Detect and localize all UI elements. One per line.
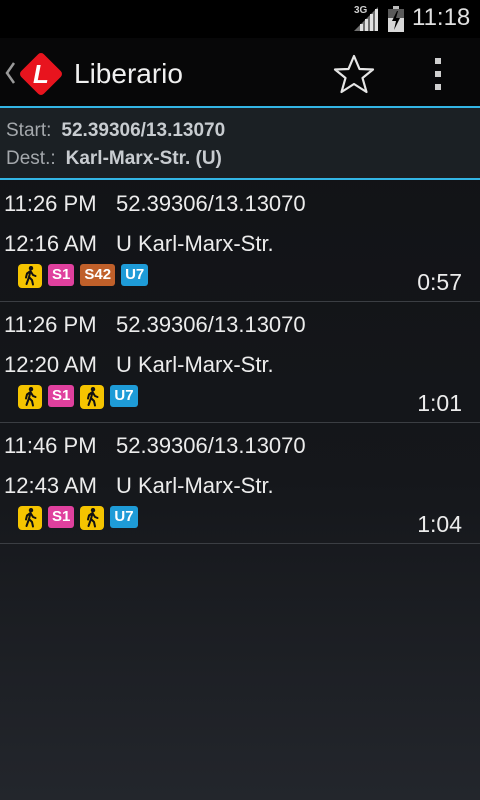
line-badge-s1: S1 (48, 385, 75, 407)
clock: 11:18 (412, 4, 471, 31)
trip-item[interactable]: 11:26 PM 52.39306/13.13070 12:20 AM U Karl… (0, 301, 480, 421)
arrival-location: U Karl-Marx-Str. (116, 231, 274, 256)
arrival-location: U Karl-Marx-Str. (116, 352, 274, 377)
line-badge-s1: S1 (48, 506, 75, 528)
app-logo-icon[interactable]: L (17, 50, 65, 98)
arrival-line: 12:43 AM U Karl-Marx-Str. (4, 473, 274, 499)
departure-location: 52.39306/13.13070 (116, 191, 306, 216)
arrival-line: 12:16 AM U Karl-Marx-Str. (4, 231, 274, 257)
action-bar: L Liberario (0, 38, 480, 108)
start-value: 52.39306/13.13070 (61, 120, 226, 141)
trip-item[interactable]: 11:46 PM 52.39306/13.13070 12:43 AM U Karl… (0, 422, 480, 542)
arrival-line: 12:20 AM U Karl-Marx-Str. (4, 352, 274, 378)
arrival-location: U Karl-Marx-Str. (116, 473, 274, 498)
walk-icon (18, 385, 42, 409)
departure-line: 11:26 PM 52.39306/13.13070 (4, 191, 306, 217)
trip-duration: 1:04 (417, 511, 462, 537)
destination-row: Dest.: Karl-Marx-Str. (U) (6, 148, 222, 170)
app-title: Liberario (74, 58, 183, 89)
departure-location: 52.39306/13.13070 (116, 312, 306, 337)
overflow-menu-icon[interactable] (424, 54, 452, 94)
favorite-star-icon[interactable] (332, 53, 376, 95)
trip-legs: S1 U7 (18, 506, 144, 530)
svg-text:L: L (33, 59, 49, 89)
trip-duration: 1:01 (417, 390, 462, 416)
status-bar: 3G 11:18 (0, 0, 480, 38)
trip-legs: S1 U7 (18, 385, 144, 409)
destination-value: Karl-Marx-Str. (U) (65, 148, 222, 169)
departure-line: 11:46 PM 52.39306/13.13070 (4, 433, 306, 459)
line-badge-u7: U7 (110, 385, 138, 407)
line-badge-u7: U7 (121, 264, 149, 286)
departure-location: 52.39306/13.13070 (116, 433, 306, 458)
trip-item[interactable]: 11:26 PM 52.39306/13.13070 12:16 AM U Karl… (0, 180, 480, 300)
departure-time: 11:26 PM (4, 191, 97, 216)
walk-icon (80, 506, 105, 530)
walk-icon (80, 385, 105, 409)
line-badge-s1: S1 (48, 264, 75, 286)
departure-line: 11:26 PM 52.39306/13.13070 (4, 312, 306, 338)
trip-duration: 0:57 (417, 269, 462, 295)
departure-time: 11:26 PM (4, 312, 97, 337)
line-badge-s42: S42 (80, 264, 116, 286)
walk-icon (18, 264, 42, 288)
start-row: Start: 52.39306/13.13070 (6, 120, 225, 142)
arrival-time: 12:16 AM (4, 231, 97, 256)
trip-summary-header[interactable]: Start: 52.39306/13.13070 Dest.: Karl-Marx-… (0, 108, 480, 178)
departure-time: 11:46 PM (4, 433, 97, 458)
walk-icon (18, 506, 42, 530)
destination-label: Dest.: (6, 148, 56, 169)
arrival-time: 12:43 AM (4, 473, 97, 498)
network-type: 3G (354, 5, 368, 16)
trip-divider (0, 543, 480, 544)
trip-legs: S1 S42 U7 (18, 264, 154, 288)
battery-icon (388, 6, 404, 32)
arrival-time: 12:20 AM (4, 352, 97, 377)
back-caret-icon[interactable] (4, 60, 16, 86)
start-label: Start: (6, 120, 52, 141)
line-badge-u7: U7 (110, 506, 138, 528)
